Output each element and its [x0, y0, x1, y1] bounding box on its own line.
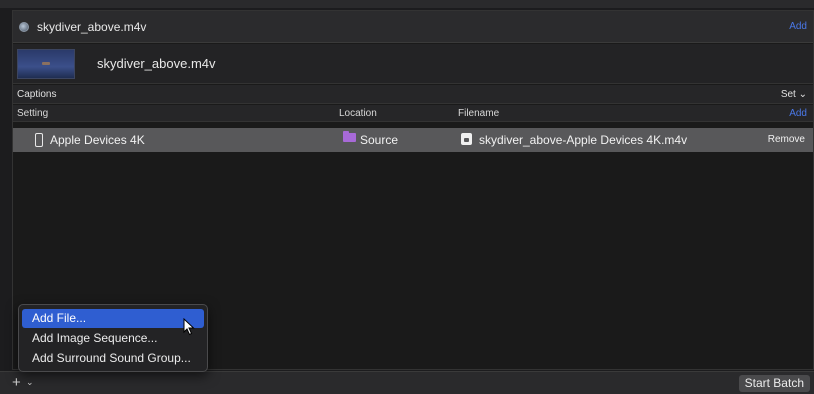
table-row[interactable]: Apple Devices 4K Source skydiver_above-A…	[13, 128, 813, 152]
row-location[interactable]: Source	[360, 133, 398, 147]
add-plus-button[interactable]: +	[12, 374, 21, 391]
phone-icon	[35, 133, 43, 147]
row-filename[interactable]: skydiver_above-Apple Devices 4K.m4v	[479, 133, 687, 147]
file-icon	[461, 133, 472, 145]
row-setting: Apple Devices 4K	[50, 133, 145, 147]
clip-thumbnail	[17, 48, 75, 79]
job-title: skydiver_above.m4v	[37, 19, 147, 34]
column-location: Location	[339, 108, 377, 119]
clip-name: skydiver_above.m4v	[97, 56, 216, 71]
pointer-cursor-icon	[183, 318, 195, 336]
output-table-header: Setting Location Filename Add	[13, 105, 813, 122]
column-setting: Setting	[17, 108, 49, 119]
captions-row: Captions Set ⌄	[13, 85, 813, 104]
window-top-strip	[0, 0, 814, 8]
remove-button[interactable]: Remove	[768, 134, 805, 145]
clip-row[interactable]: skydiver_above.m4v	[13, 44, 813, 84]
column-filename: Filename	[458, 108, 500, 119]
menu-item-add-surround-sound-group[interactable]: Add Surround Sound Group...	[22, 349, 204, 368]
add-output-button[interactable]: Add	[789, 108, 807, 119]
job-header[interactable]: skydiver_above.m4v Add	[13, 11, 813, 43]
menu-item-add-file[interactable]: Add File...	[22, 309, 204, 328]
captions-set-button[interactable]: Set ⌄	[781, 89, 807, 100]
folder-icon	[343, 131, 356, 142]
bottom-toolbar: + ⌄ Start Batch	[0, 371, 814, 394]
captions-label: Captions	[17, 88, 57, 100]
start-batch-button[interactable]: Start Batch	[738, 375, 810, 392]
add-job-output-button[interactable]: Add	[789, 21, 807, 32]
add-popup-menu: Add File... Add Image Sequence... Add Su…	[18, 304, 208, 372]
chevron-down-icon[interactable]: ⌄	[26, 377, 34, 388]
job-icon	[19, 21, 29, 32]
menu-item-add-image-sequence[interactable]: Add Image Sequence...	[22, 329, 204, 348]
